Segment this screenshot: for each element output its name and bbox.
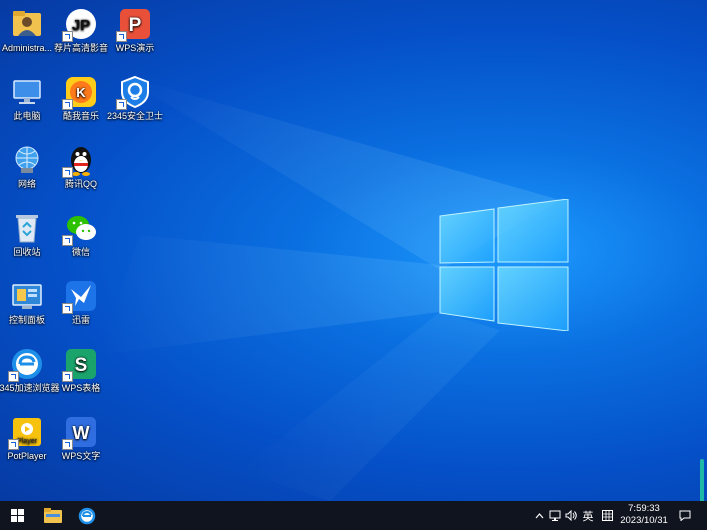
jianpian-player-icon: JP (62, 7, 98, 42)
action-center-button[interactable] (676, 501, 694, 530)
network-monitor-icon (549, 510, 561, 521)
xunlei-bird-icon (62, 279, 98, 314)
computer-icon (10, 75, 44, 109)
desktop-icon-wps-presentation[interactable]: P WPS演示 (101, 7, 169, 54)
recycle-bin-icon (10, 211, 44, 245)
taskbar-2345-browser[interactable] (74, 501, 100, 530)
ime-label: 英 (582, 510, 594, 523)
shortcut-arrow-icon (116, 99, 127, 110)
wps-presentation-icon: P (116, 7, 152, 42)
browser-2345-icon (78, 507, 96, 524)
start-button[interactable] (6, 501, 28, 530)
icon-label: WPS文字 (61, 451, 101, 461)
edge-indicator (700, 459, 704, 501)
tray-volume[interactable] (564, 501, 578, 530)
icon-label: WPS表格 (61, 383, 101, 393)
clock-time: 7:59:33 (628, 503, 660, 514)
desktop-icon-wps-sheets[interactable]: S WPS表格 (47, 347, 115, 394)
desktop-icon-2345-security[interactable]: 2345安全卫士 (101, 75, 169, 122)
folder-icon (44, 508, 62, 523)
desktop-icon-wps-writer[interactable]: W WPS文字 (47, 415, 115, 462)
shortcut-arrow-icon (8, 439, 19, 450)
icon-label: 微信 (71, 247, 90, 257)
kuwo-glyph: K (76, 85, 86, 100)
tray-ime-mode[interactable] (600, 501, 614, 530)
shortcut-arrow-icon (62, 439, 73, 450)
jianpian-glyph: JP (72, 17, 90, 34)
icon-label: 迅雷 (71, 315, 90, 325)
desktop[interactable]: Administra... 此电脑 网络 回收站 控制面板 2345加速浏览器 … (0, 0, 707, 501)
potplayer-icon: Player (8, 415, 44, 450)
wechat-icon (62, 211, 98, 246)
notification-icon (679, 510, 691, 521)
shortcut-arrow-icon (62, 31, 73, 42)
wps-w-glyph: W (73, 423, 90, 443)
speaker-icon (565, 510, 577, 521)
wps-s-glyph: S (75, 355, 88, 376)
wps-sheets-icon: S (62, 347, 98, 382)
browser-2345-icon (8, 347, 44, 382)
icon-label: 腾讯QQ (64, 179, 97, 189)
windows-logo-wallpaper (439, 199, 569, 331)
wps-writer-icon: W (62, 415, 98, 450)
tray-input-method[interactable]: 英 (580, 501, 596, 530)
shortcut-arrow-icon (62, 303, 73, 314)
shortcut-arrow-icon (62, 167, 73, 178)
taskbar: 英 7:59:33 2023/10/31 (0, 501, 707, 530)
taskbar-file-explorer[interactable] (40, 501, 66, 530)
shortcut-arrow-icon (62, 235, 73, 246)
tray-network[interactable] (548, 501, 562, 530)
kuwo-music-icon: K (62, 75, 98, 110)
control-panel-icon (10, 279, 44, 313)
taskbar-clock[interactable]: 7:59:33 2023/10/31 (616, 503, 672, 527)
ime-grid-icon (601, 510, 613, 521)
shortcut-arrow-icon (8, 371, 19, 382)
windows-start-icon (10, 509, 24, 522)
network-icon (10, 143, 44, 177)
shortcut-arrow-icon (62, 99, 73, 110)
desktop-icon-wechat[interactable]: 微信 (47, 211, 115, 258)
icon-label: WPS演示 (115, 43, 155, 53)
chevron-up-icon (535, 512, 543, 518)
desktop-icon-xunlei[interactable]: 迅雷 (47, 279, 115, 326)
clock-date: 2023/10/31 (620, 515, 668, 526)
shortcut-arrow-icon (116, 31, 127, 42)
shortcut-arrow-icon (62, 371, 73, 382)
icon-label: 2345安全卫士 (106, 111, 164, 121)
user-folder-icon (10, 7, 44, 41)
wps-p-glyph: P (129, 15, 142, 36)
tray-show-hidden-icons[interactable] (533, 501, 545, 530)
potplayer-badge-text: Player (17, 438, 38, 445)
desktop-icon-qq[interactable]: 腾讯QQ (47, 143, 115, 190)
shield-icon (116, 75, 152, 110)
qq-penguin-icon (62, 143, 98, 178)
